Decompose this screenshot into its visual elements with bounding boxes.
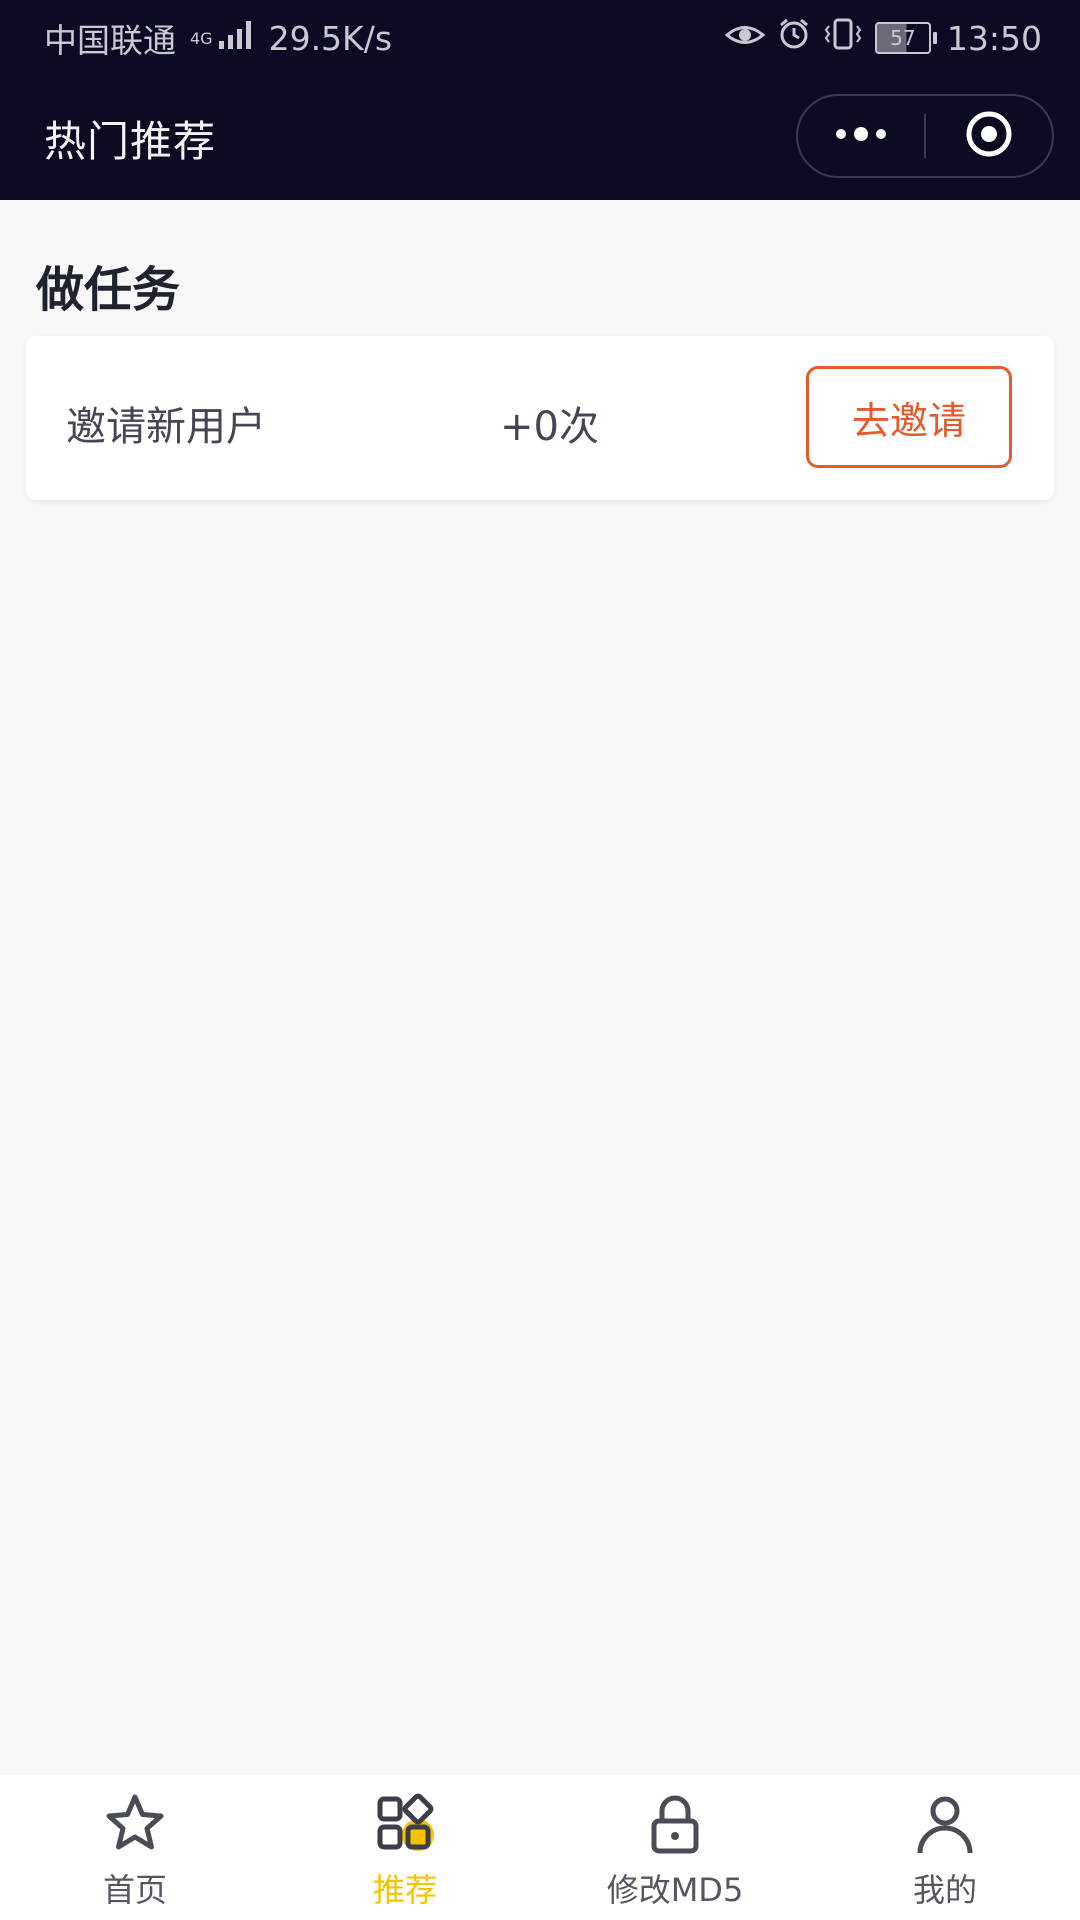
lock-icon [640,1789,710,1859]
signal-icon [217,17,257,59]
carrier-label: 中国联通 [44,21,176,60]
tab-label: 修改MD5 [606,1871,744,1909]
more-dots-icon [833,126,889,146]
miniprogram-capsule [796,94,1054,178]
alarm-icon [777,17,811,59]
clock-time: 13:50 [946,18,1042,58]
status-left: 中国联通 4G 29.5K/s [44,16,393,61]
person-icon [910,1789,980,1859]
network-speed: 29.5K/s [268,18,393,58]
task-count: +0次 [500,404,599,450]
tab-label: 首页 [102,1871,167,1909]
more-button[interactable] [798,96,924,176]
tab-mine[interactable]: 我的 [810,1775,1080,1920]
network-type: 4G [190,28,213,48]
status-bar: 中国联通 4G 29.5K/s 57 13:50 [0,0,1080,76]
battery-icon: 57 [874,22,937,54]
task-name: 邀请新用户 [66,404,266,450]
invite-button[interactable]: 去邀请 [806,366,1012,468]
tab-recommend[interactable]: 推荐 [270,1775,540,1920]
page-title: 热门推荐 [44,117,217,166]
tab-label: 推荐 [372,1871,437,1909]
eye-icon [724,19,766,58]
vibrate-icon [823,17,863,59]
tab-bar: 首页 推荐 修改MD5 我的 [0,1775,1080,1920]
header: 中国联通 4G 29.5K/s 57 13:50 热门推荐 [0,0,1080,200]
tab-home[interactable]: 首页 [0,1775,270,1920]
tab-modify-md5[interactable]: 修改MD5 [540,1775,810,1920]
close-miniprogram-button[interactable] [926,96,1052,176]
tab-label: 我的 [912,1871,977,1909]
grid-icon [370,1789,440,1859]
task-card: 邀请新用户 +0次 去邀请 [26,336,1054,500]
main-content: 做任务 邀请新用户 +0次 去邀请 [0,200,1080,1775]
status-right: 57 13:50 [724,16,1042,60]
battery-level: 57 [874,22,931,54]
star-icon [100,1789,170,1859]
target-circle-icon [964,109,1014,163]
section-title: 做任务 [36,262,181,318]
